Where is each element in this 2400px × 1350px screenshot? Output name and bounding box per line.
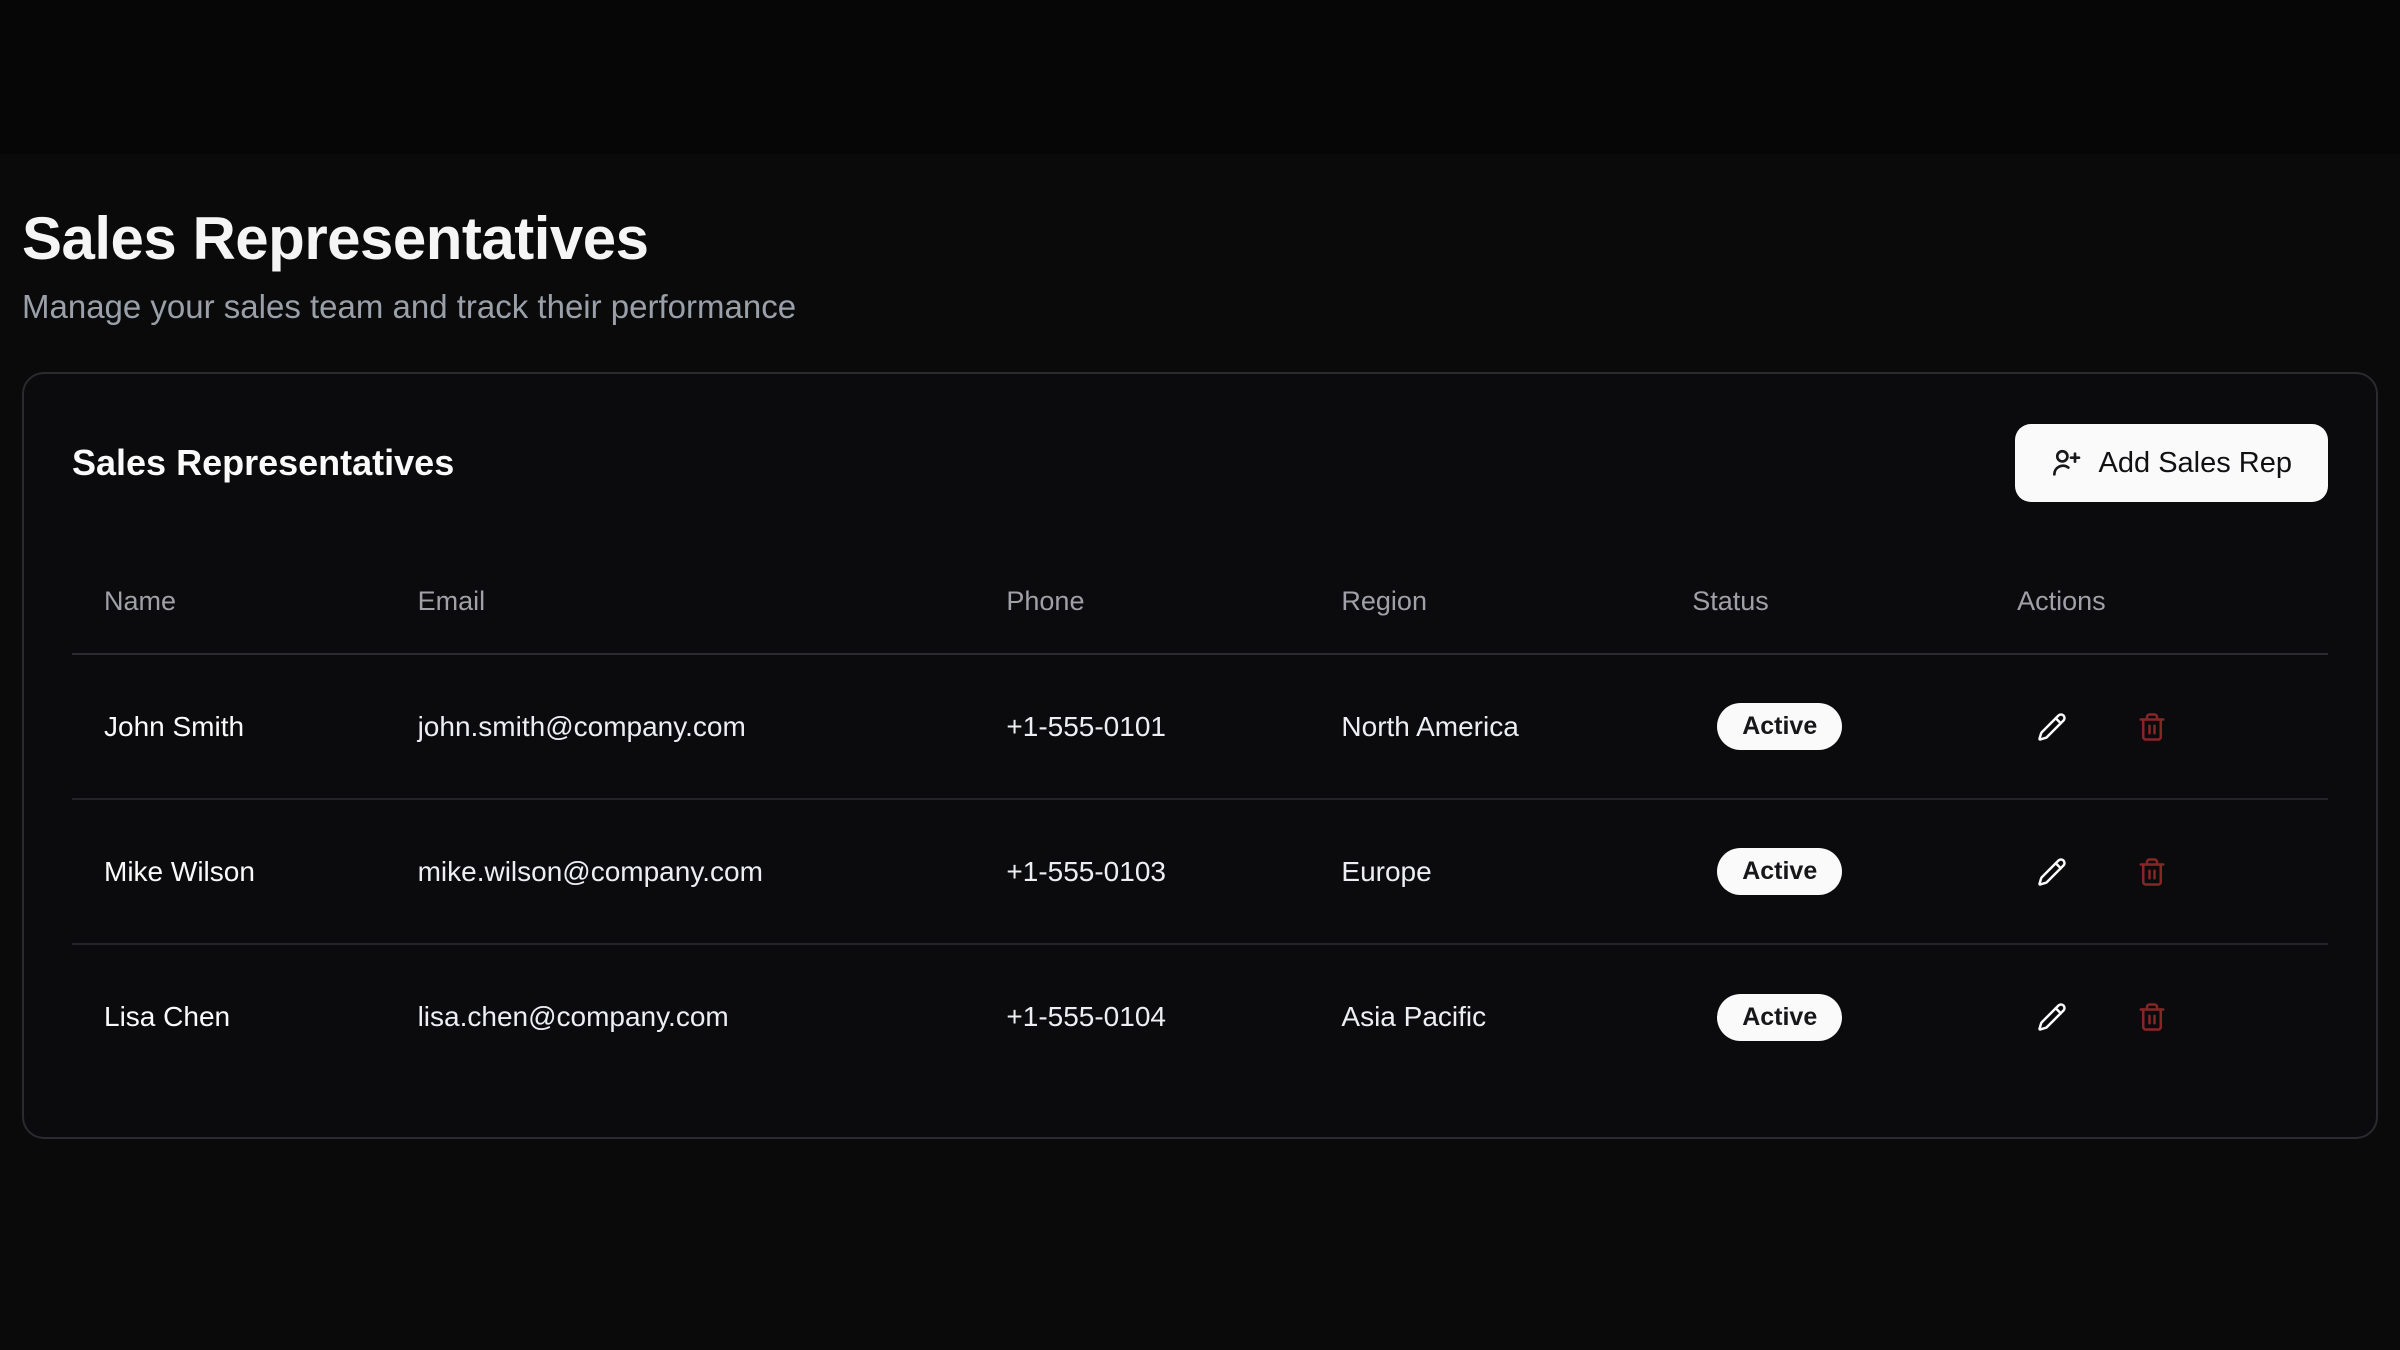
column-header-actions: Actions bbox=[1985, 502, 2328, 654]
cell-actions bbox=[1985, 654, 2328, 799]
column-header-phone: Phone bbox=[974, 502, 1309, 654]
delete-button[interactable] bbox=[2131, 851, 2173, 893]
delete-button[interactable] bbox=[2131, 996, 2173, 1038]
cell-email: john.smith@company.com bbox=[386, 654, 975, 799]
cell-status: Active bbox=[1660, 799, 1985, 944]
cell-name: Mike Wilson bbox=[72, 799, 386, 944]
status-badge: Active bbox=[1717, 848, 1842, 895]
row-actions bbox=[2031, 996, 2328, 1038]
table-body: John Smith john.smith@company.com +1-555… bbox=[72, 654, 2328, 1089]
table-header-row: NameEmailPhoneRegionStatusActions bbox=[72, 502, 2328, 654]
cell-phone: +1-555-0104 bbox=[974, 944, 1309, 1089]
edit-button[interactable] bbox=[2031, 851, 2073, 893]
row-actions bbox=[2031, 851, 2328, 893]
status-badge: Active bbox=[1717, 703, 1842, 750]
trash-icon bbox=[2137, 1002, 2167, 1032]
cell-region: North America bbox=[1309, 654, 1660, 799]
cell-phone: +1-555-0101 bbox=[974, 654, 1309, 799]
add-sales-rep-button[interactable]: Add Sales Rep bbox=[2015, 424, 2328, 502]
cell-actions bbox=[1985, 944, 2328, 1089]
cell-email: lisa.chen@company.com bbox=[386, 944, 975, 1089]
edit-button[interactable] bbox=[2031, 996, 2073, 1038]
pencil-icon bbox=[2037, 1002, 2067, 1032]
user-plus-icon bbox=[2051, 447, 2083, 479]
add-sales-rep-label: Add Sales Rep bbox=[2099, 447, 2292, 480]
cell-region: Asia Pacific bbox=[1309, 944, 1660, 1089]
card-header: Sales Representatives Add Sales Rep bbox=[72, 424, 2328, 502]
cell-phone: +1-555-0103 bbox=[974, 799, 1309, 944]
page-title: Sales Representatives bbox=[22, 206, 2378, 272]
status-badge: Active bbox=[1717, 994, 1842, 1041]
main-content: Sales Representatives Manage your sales … bbox=[0, 154, 2400, 1139]
edit-button[interactable] bbox=[2031, 706, 2073, 748]
top-bar bbox=[0, 0, 2400, 154]
table-row: Lisa Chen lisa.chen@company.com +1-555-0… bbox=[72, 944, 2328, 1089]
trash-icon bbox=[2137, 857, 2167, 887]
column-header-email: Email bbox=[386, 502, 975, 654]
table-row: John Smith john.smith@company.com +1-555… bbox=[72, 654, 2328, 799]
sales-reps-table: NameEmailPhoneRegionStatusActions John S… bbox=[72, 502, 2328, 1089]
sales-reps-card: Sales Representatives Add Sales Rep Name… bbox=[22, 372, 2378, 1139]
page-subtitle: Manage your sales team and track their p… bbox=[22, 288, 2378, 326]
cell-region: Europe bbox=[1309, 799, 1660, 944]
column-header-region: Region bbox=[1309, 502, 1660, 654]
column-header-status: Status bbox=[1660, 502, 1985, 654]
row-actions bbox=[2031, 706, 2328, 748]
trash-icon bbox=[2137, 712, 2167, 742]
cell-status: Active bbox=[1660, 654, 1985, 799]
card-title: Sales Representatives bbox=[72, 442, 454, 484]
cell-email: mike.wilson@company.com bbox=[386, 799, 975, 944]
pencil-icon bbox=[2037, 712, 2067, 742]
cell-status: Active bbox=[1660, 944, 1985, 1089]
delete-button[interactable] bbox=[2131, 706, 2173, 748]
cell-name: John Smith bbox=[72, 654, 386, 799]
cell-name: Lisa Chen bbox=[72, 944, 386, 1089]
table-row: Mike Wilson mike.wilson@company.com +1-5… bbox=[72, 799, 2328, 944]
column-header-name: Name bbox=[72, 502, 386, 654]
cell-actions bbox=[1985, 799, 2328, 944]
pencil-icon bbox=[2037, 857, 2067, 887]
